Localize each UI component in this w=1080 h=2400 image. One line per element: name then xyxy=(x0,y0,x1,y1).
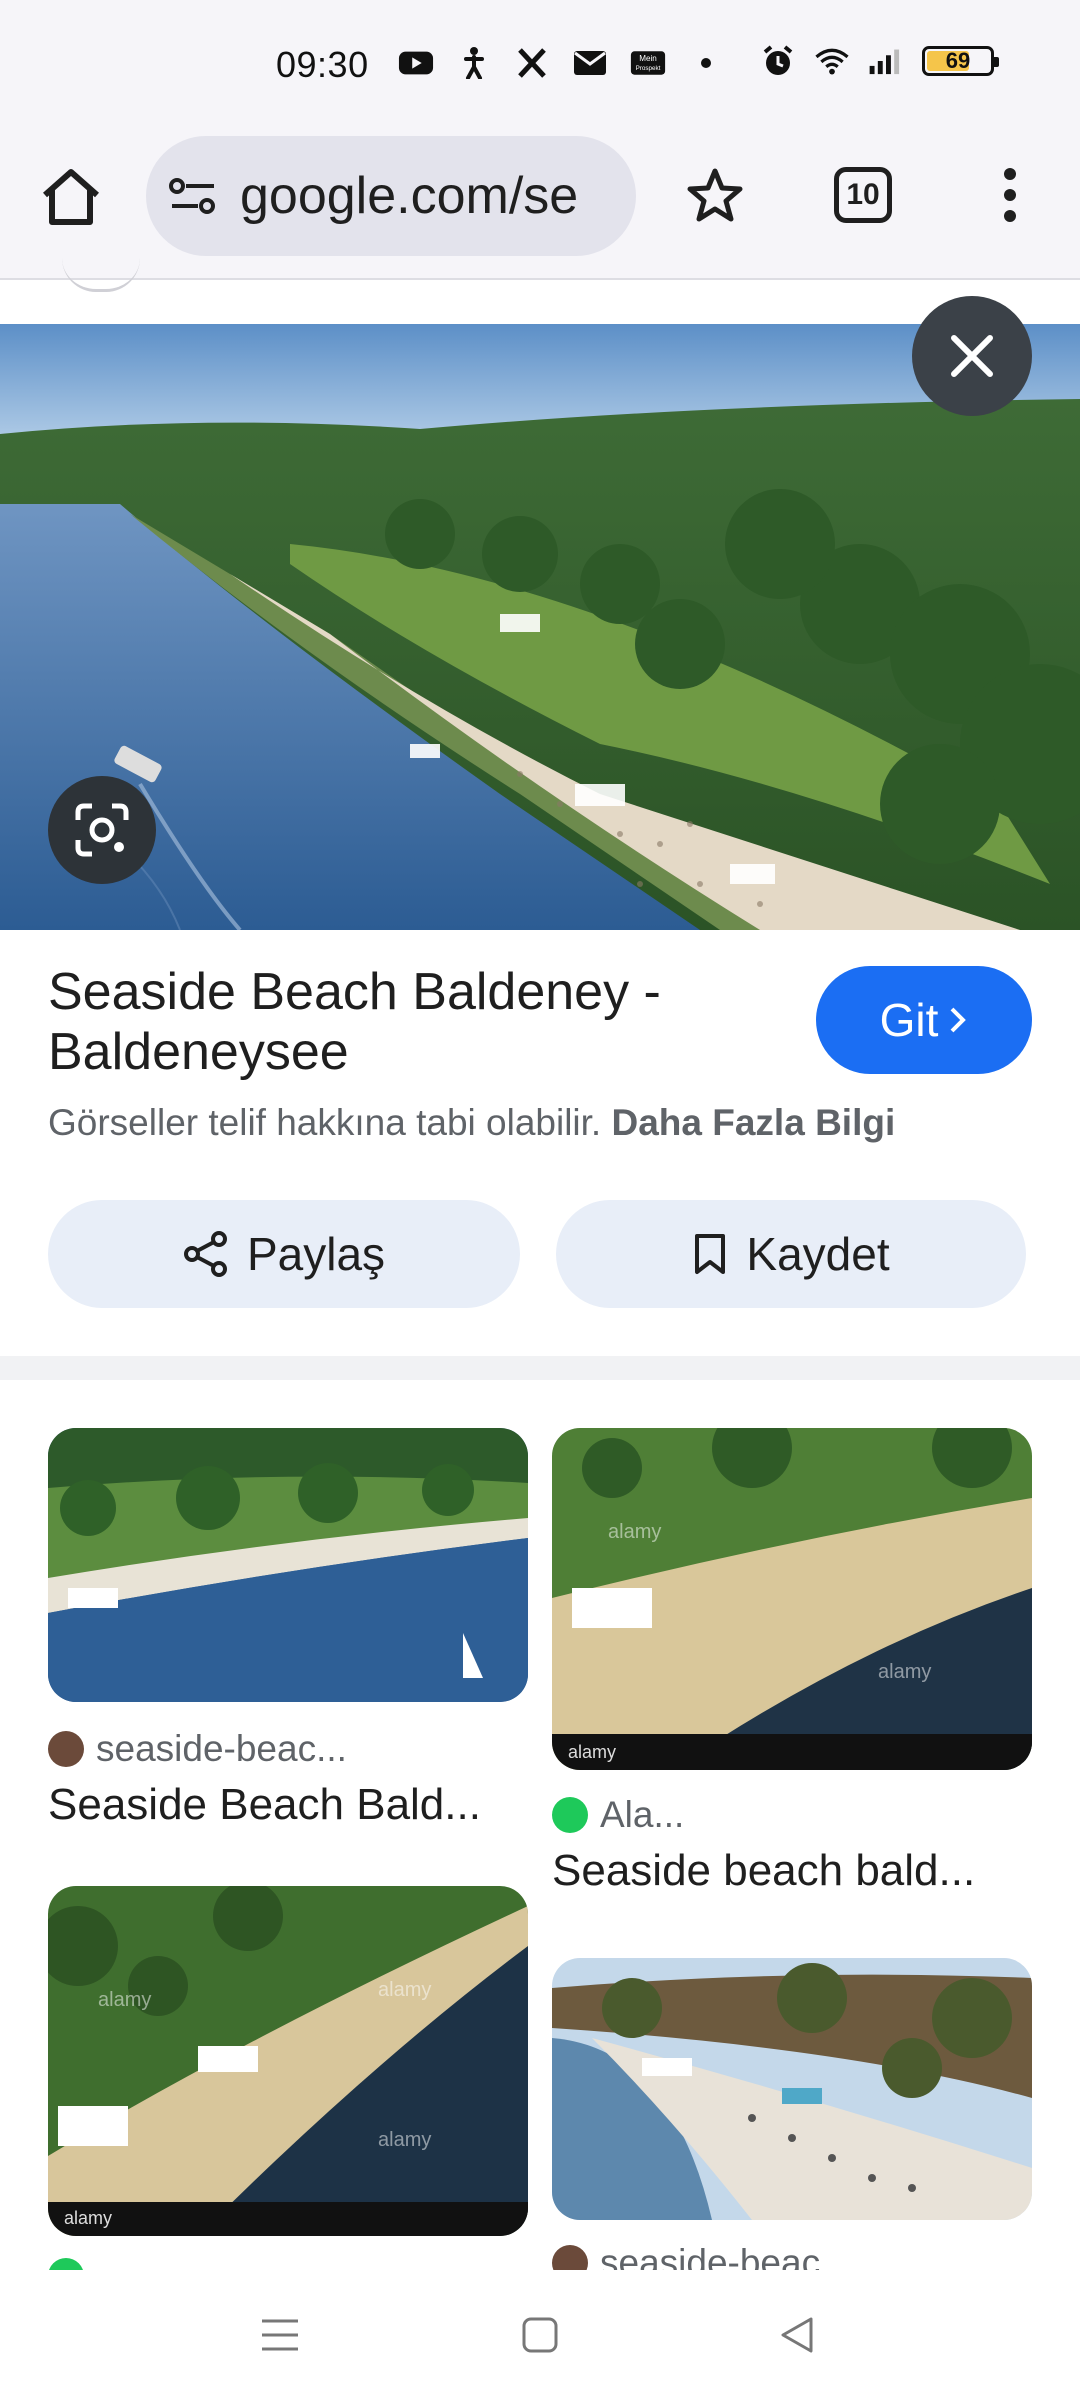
mein-prospekt-icon: Mein Prospekt xyxy=(630,48,666,78)
related-card[interactable]: alamy alamy alamy Ala... Seaside beach b… xyxy=(552,1428,1032,1896)
mail-icon xyxy=(572,48,608,78)
related-thumbnail xyxy=(552,1958,1032,2220)
notification-icons: Mein Prospekt xyxy=(398,47,724,79)
related-card[interactable]: seaside-beac... Seaside Beach Bald... xyxy=(48,1428,528,1830)
copyright-text: Görseller telif hakkına tabi olabilir. xyxy=(48,1102,602,1143)
site-settings-icon[interactable] xyxy=(168,176,218,216)
save-button[interactable]: Kaydet xyxy=(556,1200,1026,1308)
copyright-notice: Görseller telif hakkına tabi olabilir. D… xyxy=(48,1102,895,1144)
more-info-link[interactable]: Daha Fazla Bilgi xyxy=(612,1102,896,1143)
related-card[interactable]: seaside-beac xyxy=(552,1958,1032,2284)
back-nav-button[interactable] xyxy=(766,2310,826,2360)
watermark-overlay: alamy xyxy=(378,1979,431,2001)
home-icon xyxy=(43,169,99,225)
dot-icon xyxy=(688,48,724,78)
related-title: Seaside Beach Bald... xyxy=(48,1780,481,1829)
battery-percent: 69 xyxy=(945,48,971,73)
visit-button[interactable]: Git xyxy=(816,966,1032,1074)
wifi-icon xyxy=(814,46,850,76)
more-dot-icon xyxy=(1004,189,1016,201)
svg-text:Prospekt: Prospekt xyxy=(636,65,661,72)
system-icons: 69 xyxy=(760,45,999,76)
square-icon xyxy=(522,2317,558,2353)
lens-icon xyxy=(75,803,129,857)
related-card[interactable]: alamy alamy alamy alamy xyxy=(48,1886,528,2294)
result-image[interactable] xyxy=(0,324,1080,930)
watermark-overlay: alamy xyxy=(378,2129,431,2151)
site-favicon-icon xyxy=(552,1797,588,1833)
battery-indicator: 69 xyxy=(922,46,999,76)
watermark-overlay: alamy xyxy=(878,1661,931,1683)
svg-text:Mein: Mein xyxy=(639,54,657,63)
battery-tip xyxy=(994,57,999,67)
related-source-text: seaside-beac... xyxy=(96,1728,347,1769)
share-icon xyxy=(183,1231,227,1277)
share-label: Paylaş xyxy=(246,1228,386,1280)
related-thumbnail: alamy alamy alamy alamy xyxy=(48,1886,528,2236)
bookmark-icon xyxy=(695,1234,726,1274)
alarm-icon xyxy=(760,45,796,76)
close-image-button[interactable] xyxy=(912,296,1032,416)
watermark-overlay: alamy xyxy=(98,1989,151,2011)
lake-beach-aerial-image xyxy=(0,324,1080,930)
scroll-arc xyxy=(62,258,140,292)
share-button[interactable]: Paylaş xyxy=(48,1200,520,1308)
home-nav-button[interactable] xyxy=(510,2310,570,2360)
url-text: google.com/se xyxy=(240,167,579,225)
related-title: Seaside beach bald... xyxy=(552,1846,976,1895)
star-icon xyxy=(687,168,743,222)
recent-apps-button[interactable] xyxy=(250,2310,310,2360)
x-icon xyxy=(514,48,550,78)
watermark-overlay: alamy xyxy=(608,1521,661,1543)
lens-search-button[interactable] xyxy=(48,776,156,884)
site-favicon-icon xyxy=(48,1731,84,1767)
close-icon xyxy=(951,335,993,377)
bookmark-star-button[interactable] xyxy=(680,160,750,230)
url-bar[interactable]: google.com/se xyxy=(146,136,636,256)
watermark-text: alamy xyxy=(568,1742,616,1762)
related-thumbnail xyxy=(48,1428,528,1702)
more-dot-icon xyxy=(1004,168,1016,180)
status-time: 09:30 xyxy=(276,44,369,85)
accessibility-icon xyxy=(456,47,492,79)
signal-icon xyxy=(868,46,904,76)
home-button[interactable] xyxy=(34,160,108,234)
status-bar: 09:30 Mein Prospekt 69 xyxy=(0,0,1080,130)
result-title[interactable]: Seaside Beach Baldeney - Baldeneysee xyxy=(48,962,748,1082)
youtube-icon xyxy=(398,48,434,78)
visit-button-label: Git xyxy=(879,994,939,1046)
back-triangle-icon xyxy=(781,2317,813,2353)
related-source: Ala... xyxy=(552,1794,1032,1836)
overflow-menu-button[interactable] xyxy=(980,160,1040,230)
watermark-text: alamy xyxy=(64,2208,112,2228)
save-label: Kaydet xyxy=(746,1228,890,1280)
related-source: seaside-beac... xyxy=(48,1728,528,1770)
tab-switcher-button[interactable]: 10 xyxy=(834,167,892,223)
section-divider xyxy=(0,1356,1080,1380)
menu-lines-icon xyxy=(262,2319,298,2351)
related-thumbnail: alamy alamy alamy xyxy=(552,1428,1032,1770)
more-dot-icon xyxy=(1004,210,1016,222)
browser-toolbar: google.com/se 10 xyxy=(0,130,1080,280)
chevron-right-icon xyxy=(950,1007,967,1033)
related-source-text: Ala... xyxy=(600,1794,685,1835)
